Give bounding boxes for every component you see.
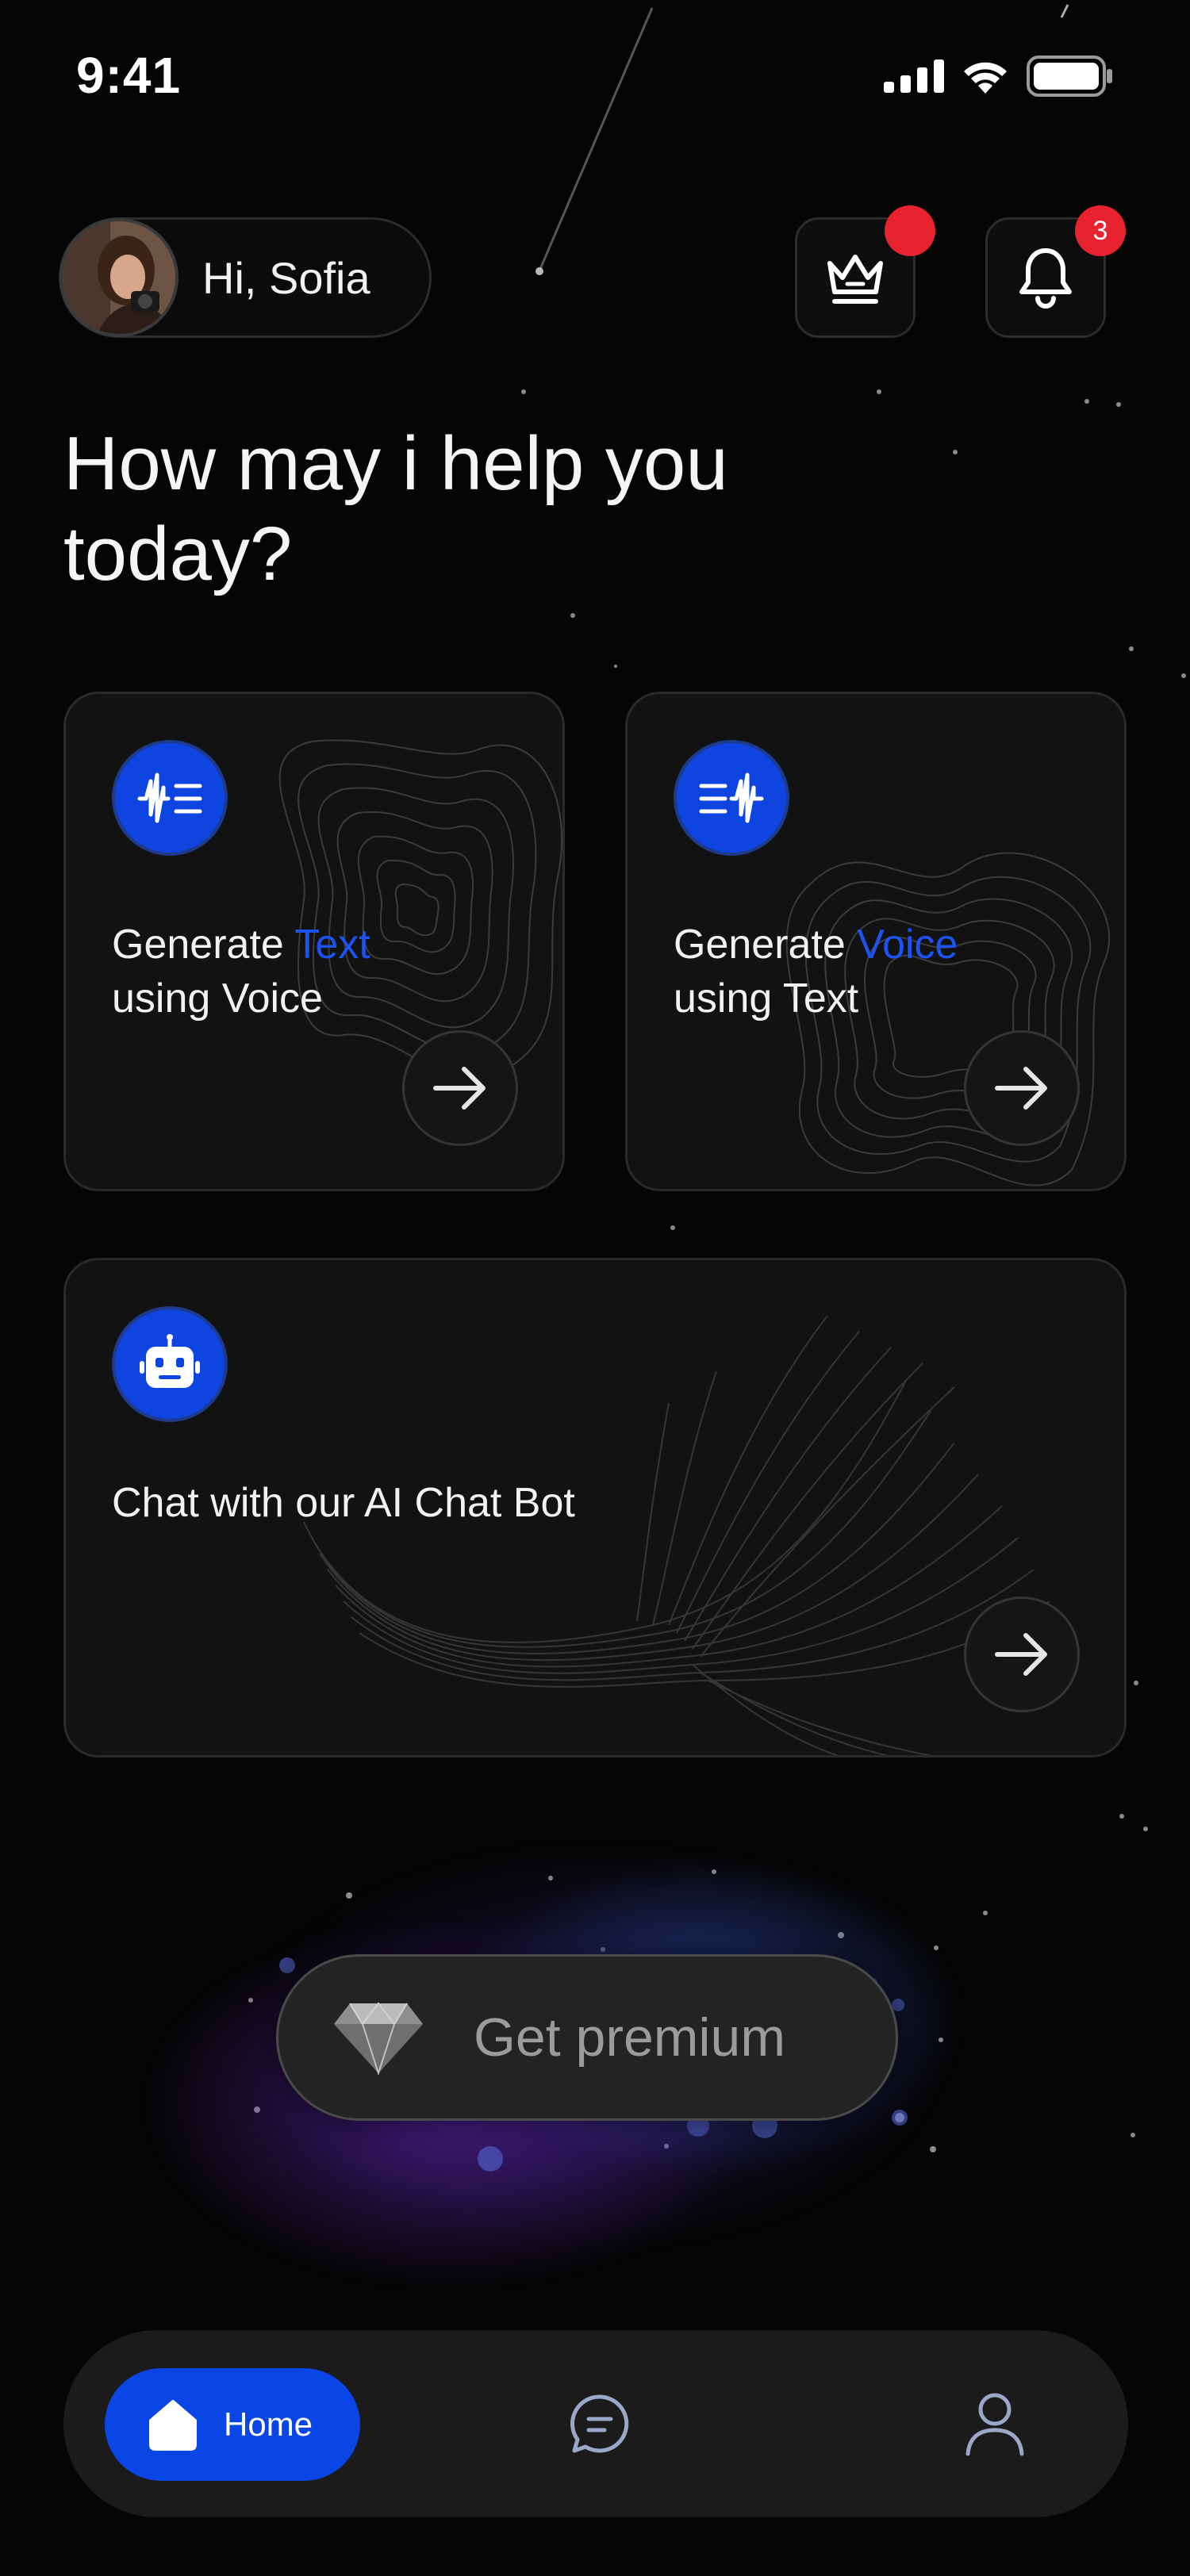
card-title: Generate Voice using Text [674, 918, 958, 1025]
wifi-icon [964, 62, 1007, 94]
user-icon [965, 2393, 1024, 2456]
bell-icon [1019, 248, 1072, 309]
get-premium-label: Get premium [474, 2007, 785, 2068]
crown-badge-dot [885, 205, 935, 256]
arrow-right-icon [995, 1633, 1047, 1676]
card-title: Chat with our AI Chat Bot [112, 1480, 575, 1526]
robot-icon [140, 1334, 200, 1388]
ai-chatbot-card[interactable]: Chat with our AI Chat Bot [63, 1258, 1127, 1758]
card-arrow-button[interactable] [964, 1597, 1080, 1712]
tab-home[interactable]: Home [105, 2368, 360, 2481]
card-title-accent: Voice [857, 922, 958, 968]
card-title-prefix: Generate [112, 922, 295, 968]
bottom-tab-bar: Home [63, 2330, 1128, 2517]
premium-crown-button[interactable] [795, 205, 935, 338]
voice-to-text-card[interactable]: Generate Text using Voice [63, 692, 565, 1191]
card-title-line2: using Text [674, 976, 859, 1022]
arrow-right-icon [995, 1067, 1047, 1110]
diamond-icon [334, 2002, 423, 2075]
notification-count-badge: 3 [1075, 205, 1126, 256]
card-title-accent: Text [294, 922, 370, 968]
voice-wave-text-icon [137, 772, 202, 823]
card-arrow-button[interactable] [402, 1030, 518, 1146]
chat-bubble-icon [570, 2394, 629, 2453]
battery-icon [1027, 56, 1112, 97]
page-title: How may i help you today? [63, 421, 728, 596]
user-profile-pill[interactable]: Hi, Sofia [59, 217, 432, 338]
home-icon [149, 2400, 197, 2451]
signal-icon [884, 59, 944, 93]
tab-home-label: Home [224, 2405, 313, 2443]
card-icon-badge [112, 740, 228, 856]
notifications-button[interactable]: 3 [985, 205, 1126, 338]
status-icons [884, 56, 1114, 97]
card-title-line2: using Voice [112, 976, 323, 1022]
tab-profile[interactable] [955, 2384, 1035, 2463]
text-to-voice-card[interactable]: Generate Voice using Text [625, 692, 1127, 1191]
tab-chat[interactable] [562, 2386, 638, 2462]
card-title-prefix: Generate [674, 922, 858, 968]
text-wave-voice-icon [699, 772, 764, 823]
avatar-photo [63, 221, 175, 334]
card-icon-badge [674, 740, 789, 856]
get-premium-button[interactable]: Get premium [276, 1954, 898, 2121]
card-icon-badge [112, 1306, 228, 1422]
avatar[interactable] [60, 218, 178, 337]
status-time: 9:41 [76, 47, 182, 104]
card-title: Generate Text using Voice [112, 918, 370, 1025]
arrow-right-icon [433, 1067, 486, 1110]
crown-icon [827, 255, 883, 304]
greeting-text: Hi, Sofia [202, 252, 370, 303]
card-arrow-button[interactable] [964, 1030, 1080, 1146]
